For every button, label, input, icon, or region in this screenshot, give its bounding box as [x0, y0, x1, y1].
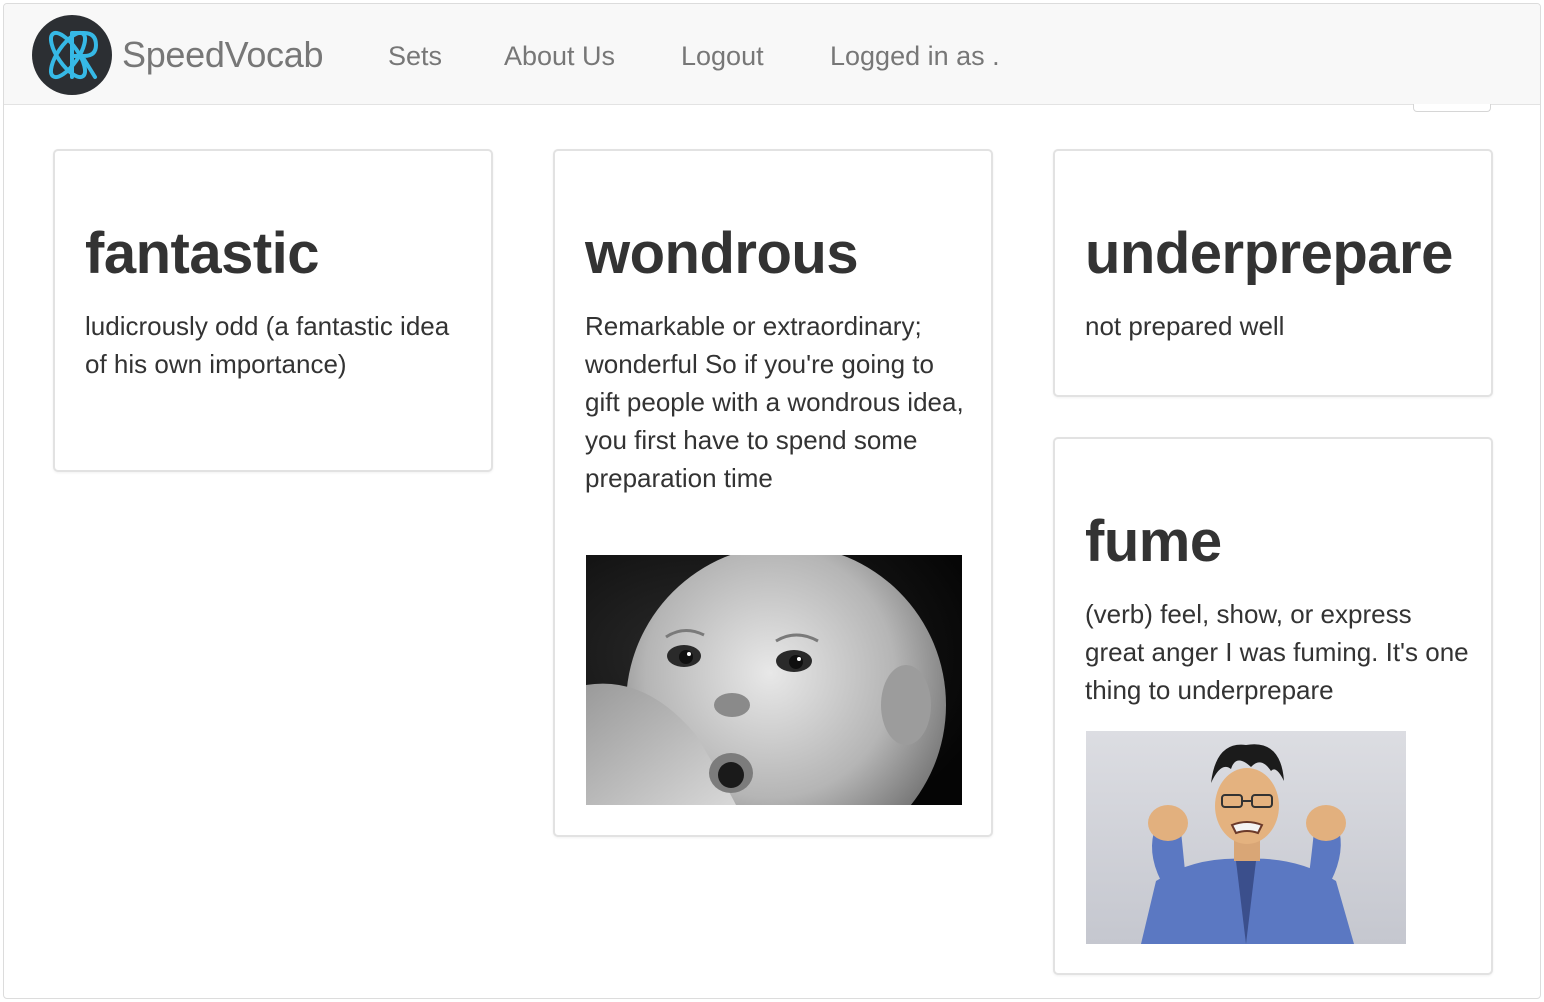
card-word: fume	[1085, 509, 1222, 574]
angry-man-photo	[1086, 731, 1406, 944]
nav-logout-link[interactable]: Logout	[681, 40, 764, 72]
word-card-wondrous[interactable]: wondrous Remarkable or extraordinary; wo…	[553, 149, 993, 837]
nav-sets-link[interactable]: Sets	[388, 40, 442, 72]
nav-about-link[interactable]: About Us	[504, 40, 615, 72]
speedvocab-logo-icon[interactable]	[32, 15, 112, 95]
word-card-fantastic[interactable]: fantastic ludicrously odd (a fantastic i…	[53, 149, 493, 472]
card-definition: ludicrously odd (a fantastic idea of his…	[85, 311, 450, 379]
card-definition: Remarkable or extraordinary; wonderful S…	[585, 311, 964, 493]
navbar: SpeedVocab Sets About Us Logout Logged i…	[4, 4, 1540, 105]
card-definition: (verb) feel, show, or express great ange…	[1085, 599, 1469, 705]
card-word: wondrous	[585, 221, 859, 286]
word-card-underprepare[interactable]: underprepare not prepared well	[1053, 149, 1493, 397]
collapsed-tab[interactable]	[1413, 104, 1491, 112]
card-word: fantastic	[85, 221, 320, 286]
surprised-baby-photo	[586, 555, 962, 805]
card-word: underprepare	[1085, 221, 1453, 286]
card-definition: not prepared well	[1085, 311, 1285, 341]
app-window: SpeedVocab Sets About Us Logout Logged i…	[3, 3, 1541, 999]
brand-name[interactable]: SpeedVocab	[122, 34, 324, 76]
word-card-fume[interactable]: fume (verb) feel, show, or express great…	[1053, 437, 1493, 975]
logged-in-status: Logged in as .	[830, 41, 1000, 71]
